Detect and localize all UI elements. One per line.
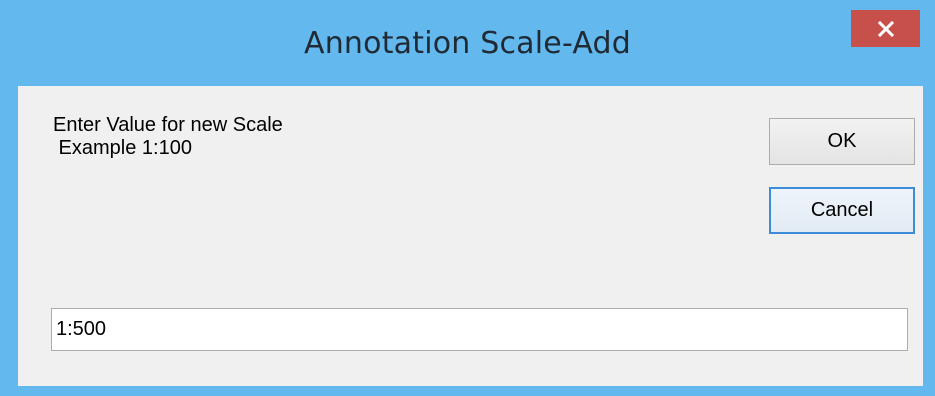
dialog-window: Annotation Scale-Add Enter Value for new… (0, 0, 935, 396)
close-icon (877, 20, 894, 37)
prompt-line-2: Example 1:100 (53, 137, 192, 159)
prompt-text: Enter Value for new Scale Example 1:100 (53, 114, 283, 160)
ok-button[interactable]: OK (769, 118, 915, 165)
prompt-line-1: Enter Value for new Scale (53, 114, 283, 136)
dialog-body: Enter Value for new Scale Example 1:100 … (18, 86, 923, 386)
title-bar[interactable]: Annotation Scale-Add (0, 0, 935, 86)
dialog-title: Annotation Scale-Add (303, 26, 631, 61)
scale-value-input[interactable] (51, 308, 908, 351)
cancel-button[interactable]: Cancel (769, 187, 915, 234)
close-button[interactable] (851, 10, 920, 47)
